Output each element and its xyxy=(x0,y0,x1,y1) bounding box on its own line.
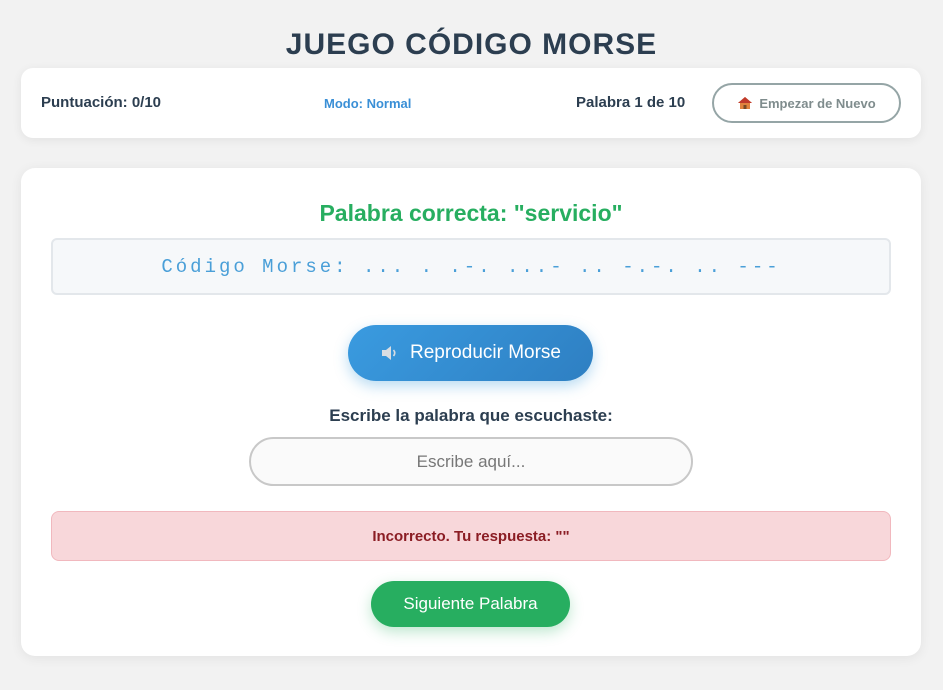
score-display: Puntuación: 0/10 xyxy=(41,94,162,111)
answer-prompt: Escribe la palabra que escuchaste: xyxy=(329,406,613,425)
restart-button[interactable]: Empezar de Nuevo xyxy=(712,83,901,123)
morse-code-display: Código Morse: ... . .-. ...- .. -.-. .. … xyxy=(51,238,891,295)
play-morse-button[interactable]: Reproducir Morse xyxy=(348,325,593,381)
game-card: Palabra correcta: "servicio" Código Mors… xyxy=(21,168,921,656)
page-title: JUEGO CÓDIGO MORSE xyxy=(285,28,658,61)
answer-input[interactable] xyxy=(249,437,693,486)
speaker-icon xyxy=(380,345,400,361)
mode-display: Modo: Normal xyxy=(324,96,412,111)
play-label: Reproducir Morse xyxy=(410,342,561,363)
restart-label: Empezar de Nuevo xyxy=(759,95,876,111)
feedback-message: Incorrecto. Tu respuesta: "" xyxy=(51,511,891,561)
house-icon xyxy=(737,96,753,110)
word-progress: Palabra 1 de 10 xyxy=(576,94,686,111)
status-bar: Puntuación: 0/10 Modo: Normal Palabra 1 … xyxy=(21,68,921,138)
correct-word-heading: Palabra correcta: "servicio" xyxy=(319,200,623,226)
next-word-button[interactable]: Siguiente Palabra xyxy=(371,581,570,627)
